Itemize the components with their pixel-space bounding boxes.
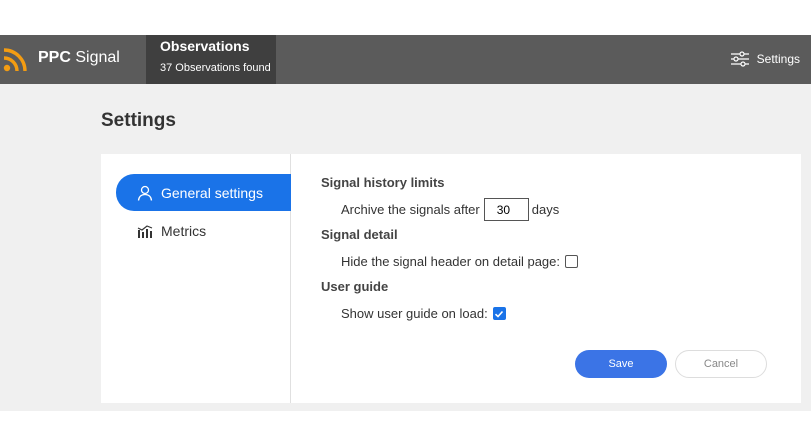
observations-title: Observations [160, 38, 250, 54]
cancel-button[interactable]: Cancel [675, 350, 767, 378]
show-guide-checkbox[interactable] [492, 307, 506, 320]
settings-panel: General settings Metrics Signal history … [101, 154, 801, 403]
show-guide-row: Show user guide on load: [341, 306, 506, 321]
hide-header-checkbox[interactable] [565, 255, 578, 268]
check-icon [495, 310, 504, 318]
rss-feed-icon [3, 48, 27, 72]
show-guide-label: Show user guide on load: [341, 306, 488, 321]
archive-unit: days [531, 202, 560, 217]
sliders-icon [730, 51, 749, 67]
hide-header-label: Hide the signal header on detail page: [341, 254, 560, 269]
sidebar-item-label: General settings [161, 184, 263, 201]
archive-days-input[interactable] [483, 198, 529, 221]
bottom-blank-area [0, 411, 811, 446]
save-button[interactable]: Save [575, 350, 667, 378]
section-heading-history: Signal history limits [321, 175, 445, 190]
sidebar-item-general-settings[interactable]: General settings [116, 174, 291, 211]
sidebar-item-label: Metrics [161, 222, 207, 239]
archive-label: Archive the signals after [341, 202, 480, 217]
settings-label: Settings [756, 52, 800, 66]
chart-icon [137, 223, 153, 239]
user-icon [137, 185, 153, 201]
section-heading-guide: User guide [321, 279, 389, 294]
archive-row: Archive the signals after days [341, 198, 559, 221]
brand-name: PPC Signal [38, 49, 120, 67]
main-content: Settings General settings Metrics Signal… [0, 84, 811, 411]
section-heading-detail: Signal detail [321, 227, 398, 242]
brand-name-bold: PPC [38, 49, 71, 66]
sidebar-item-metrics[interactable]: Metrics [116, 212, 291, 249]
top-blank-area [0, 0, 811, 35]
top-navbar: PPC Signal Observations 37 Observations … [0, 35, 811, 84]
brand-name-rest: Signal [70, 49, 120, 66]
general-settings-form: Signal history limits Archive the signal… [321, 154, 791, 403]
observations-count: 37 Observations found [160, 62, 271, 74]
settings-sidenav: General settings Metrics [101, 154, 291, 403]
observations-tab[interactable]: Observations 37 Observations found [146, 35, 276, 84]
settings-link[interactable]: Settings [730, 47, 800, 71]
hide-header-row: Hide the signal header on detail page: [341, 254, 578, 269]
page-title: Settings [101, 110, 176, 131]
